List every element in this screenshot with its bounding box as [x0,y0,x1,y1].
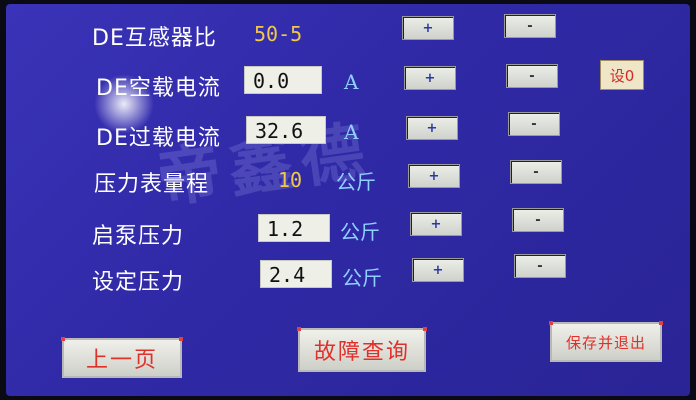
prev-page-button[interactable]: 上一页 [62,338,182,378]
label-gauge-range: 压力表量程 [94,172,210,197]
set-pressure-field[interactable]: 2.4 [260,260,332,288]
unit-kg-3: 公斤 [342,266,382,290]
gauge-range-plus-button[interactable]: + [408,164,460,188]
de-overload-plus-button[interactable]: + [406,116,458,140]
unit-kg-2: 公斤 [340,220,380,244]
de-overload-current-field[interactable]: 32.6 [246,116,326,144]
de-noload-plus-button[interactable]: + [404,66,456,90]
corner-marker [297,327,301,331]
unit-kg-1: 公斤 [336,170,376,194]
corner-marker [659,321,663,325]
set-zero-button[interactable]: 设0 [600,60,644,90]
start-pressure-minus-button[interactable]: - [512,208,564,232]
unit-a-2: A [344,120,359,144]
de-ratio-plus-button[interactable]: + [402,16,454,40]
de-noload-current-field[interactable]: 0.0 [244,66,322,94]
label-start-pressure: 启泵压力 [92,224,185,249]
de-ratio-minus-button[interactable]: - [504,14,556,38]
corner-marker [549,321,553,325]
save-exit-button[interactable]: 保存并退出 [550,322,662,362]
hmi-screen: 帝鑫德 DE互感器比 50-5 + - DE空载电流 0.0 A + - 设0 … [6,4,690,396]
start-pressure-plus-button[interactable]: + [410,212,462,236]
corner-marker [179,337,183,341]
fault-query-button[interactable]: 故障查询 [298,328,426,372]
de-noload-minus-button[interactable]: - [506,64,558,88]
start-pressure-field[interactable]: 1.2 [258,214,330,242]
label-de-overload-current: DE过载电流 [96,126,221,151]
value-de-ratio: 50-5 [254,22,303,46]
corner-marker [423,327,427,331]
de-overload-minus-button[interactable]: - [508,112,560,136]
unit-a-1: A [344,70,359,94]
set-pressure-minus-button[interactable]: - [514,254,566,278]
set-pressure-plus-button[interactable]: + [412,258,464,282]
value-gauge-range: 10 [278,168,303,192]
gauge-range-minus-button[interactable]: - [510,160,562,184]
label-set-pressure: 设定压力 [92,270,185,295]
corner-marker [61,337,65,341]
label-de-ratio: DE互感器比 [92,26,217,51]
